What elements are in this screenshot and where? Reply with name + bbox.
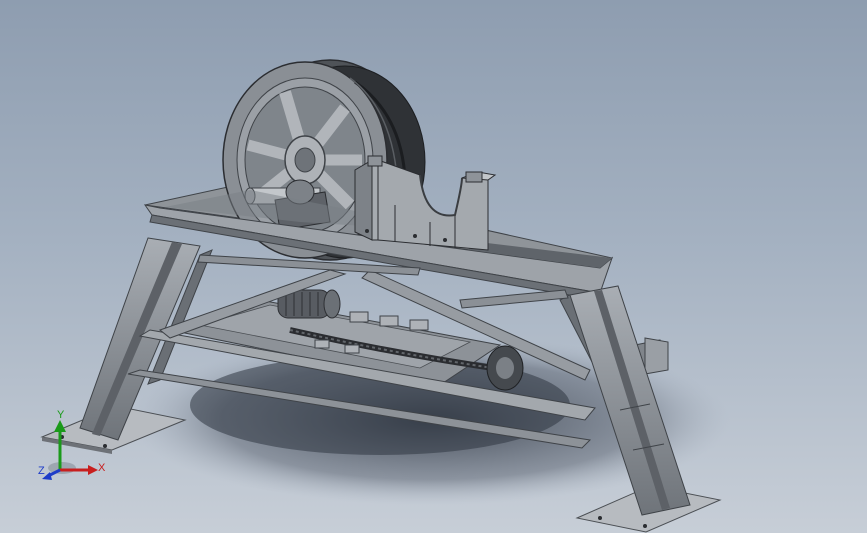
y-axis-label: Y [57,409,65,421]
cad-model-view[interactable] [0,0,867,533]
z-axis-label: Z [38,465,45,477]
drive-sprocket[interactable] [486,345,524,391]
coordinate-triad[interactable]: Y X Z [30,410,110,485]
graphics-viewport[interactable]: Y X Z [0,0,867,533]
x-axis-label: X [98,462,106,474]
